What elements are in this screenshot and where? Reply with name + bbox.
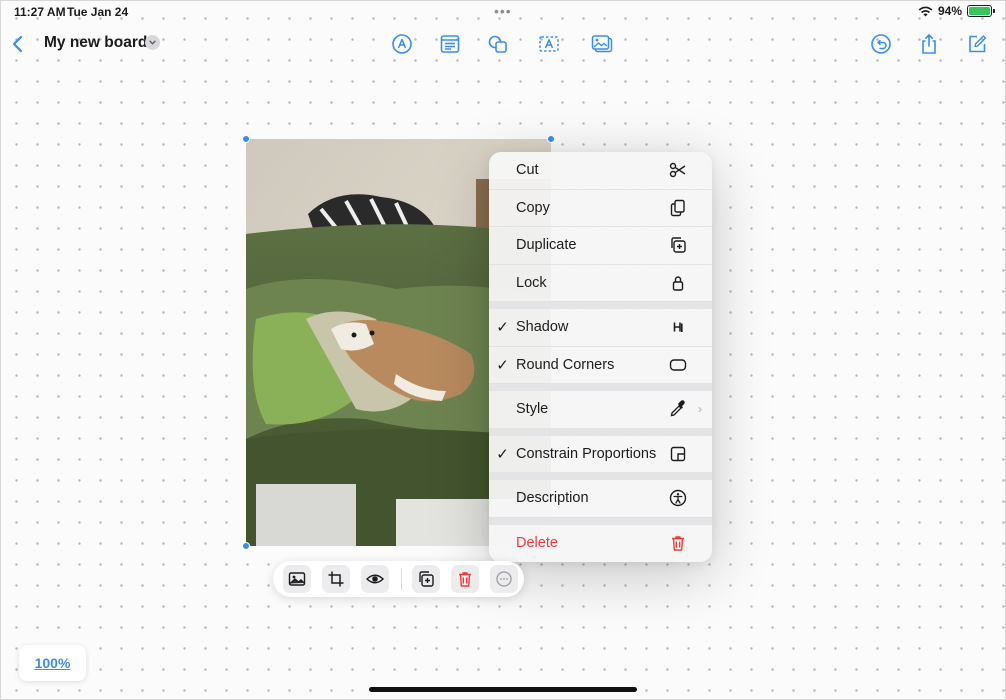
menu-item-style[interactable]: Style › [489,391,712,429]
wifi-icon [918,6,933,16]
battery-icon [967,5,995,17]
menu-item-label: Shadow [516,319,569,336]
title-chevron-down-icon[interactable] [145,35,160,50]
menu-item-label: Copy [516,199,550,216]
menu-item-label: Cut [516,162,539,179]
scissors-icon [668,160,688,180]
menu-item-label: Lock [516,274,547,291]
menu-item-label: Style [516,401,549,418]
resize-handle-bottom-left[interactable] [242,542,250,550]
home-indicator[interactable] [369,687,637,692]
image-action-bar [273,561,524,597]
menu-item-label: Constrain Proportions [516,445,657,462]
menu-item-cut[interactable]: Cut [489,152,712,190]
resize-handle-top-left[interactable] [242,135,250,143]
text-box-icon[interactable] [436,30,464,58]
menu-item-label: Delete [516,535,558,552]
menu-separator [489,384,712,391]
lock-icon [668,273,688,293]
media-icon[interactable] [588,30,616,58]
pen-tip-icon[interactable] [388,30,416,58]
menu-item-label: Round Corners [516,356,615,373]
menu-separator [489,517,712,525]
context-menu: Cut Copy Duplicate Lock ✓ Shadow ✓ Round… [489,152,712,562]
status-time: 11:27 AM [14,5,66,19]
trash-icon[interactable] [451,565,479,593]
menu-check: ✓ [496,356,509,374]
copy-icon [668,198,688,218]
menu-separator [489,473,712,480]
back-chevron-icon[interactable] [4,30,32,58]
shadow-icon [668,317,688,337]
constrain-icon [668,444,688,464]
replace-image-icon[interactable] [283,565,311,593]
menu-item-label: Description [516,490,589,507]
compose-icon[interactable] [963,30,991,58]
status-bar: 11:27 AM Tue Jan 24 ••• 94% [0,0,1006,24]
accessibility-icon [668,488,688,508]
eyedropper-icon [668,399,688,419]
menu-check: ✓ [496,445,509,463]
duplicate-icon[interactable] [412,565,440,593]
menu-item-duplicate[interactable]: Duplicate [489,227,712,265]
menu-item-constrain-proportions[interactable]: ✓ Constrain Proportions [489,436,712,473]
zoom-level-button[interactable]: 100% [19,645,86,681]
board-title[interactable]: My new board [44,34,147,52]
menu-item-round-corners[interactable]: ✓ Round Corners [489,347,712,384]
trash-icon [668,533,688,553]
share-icon[interactable] [915,30,943,58]
preview-eye-icon[interactable] [361,565,389,593]
board-toolbar: My new board [0,26,1006,62]
battery-percent: 94% [937,4,962,18]
undo-icon[interactable] [867,30,895,58]
more-icon[interactable] [490,565,518,593]
crop-icon[interactable] [322,565,350,593]
menu-item-description[interactable]: Description [489,480,712,518]
rounded-rect-icon [668,355,688,375]
status-date: Tue Jan 24 [67,5,129,19]
menu-separator [489,428,712,436]
menu-item-lock[interactable]: Lock [489,265,712,302]
menu-item-shadow[interactable]: ✓ Shadow [489,309,712,347]
shapes-icon[interactable] [484,30,512,58]
text-frame-icon[interactable] [535,30,563,58]
menu-check: ✓ [496,319,509,337]
duplicate-icon [668,235,688,255]
menu-item-label: Duplicate [516,237,577,254]
menu-item-delete[interactable]: Delete [489,525,712,563]
toolbar-divider [401,568,402,590]
resize-handle-top-right[interactable] [547,135,555,143]
multitasking-dots-icon[interactable]: ••• [494,3,512,19]
chevron-right-icon: › [698,402,702,416]
menu-item-copy[interactable]: Copy [489,190,712,227]
menu-separator [489,302,712,309]
